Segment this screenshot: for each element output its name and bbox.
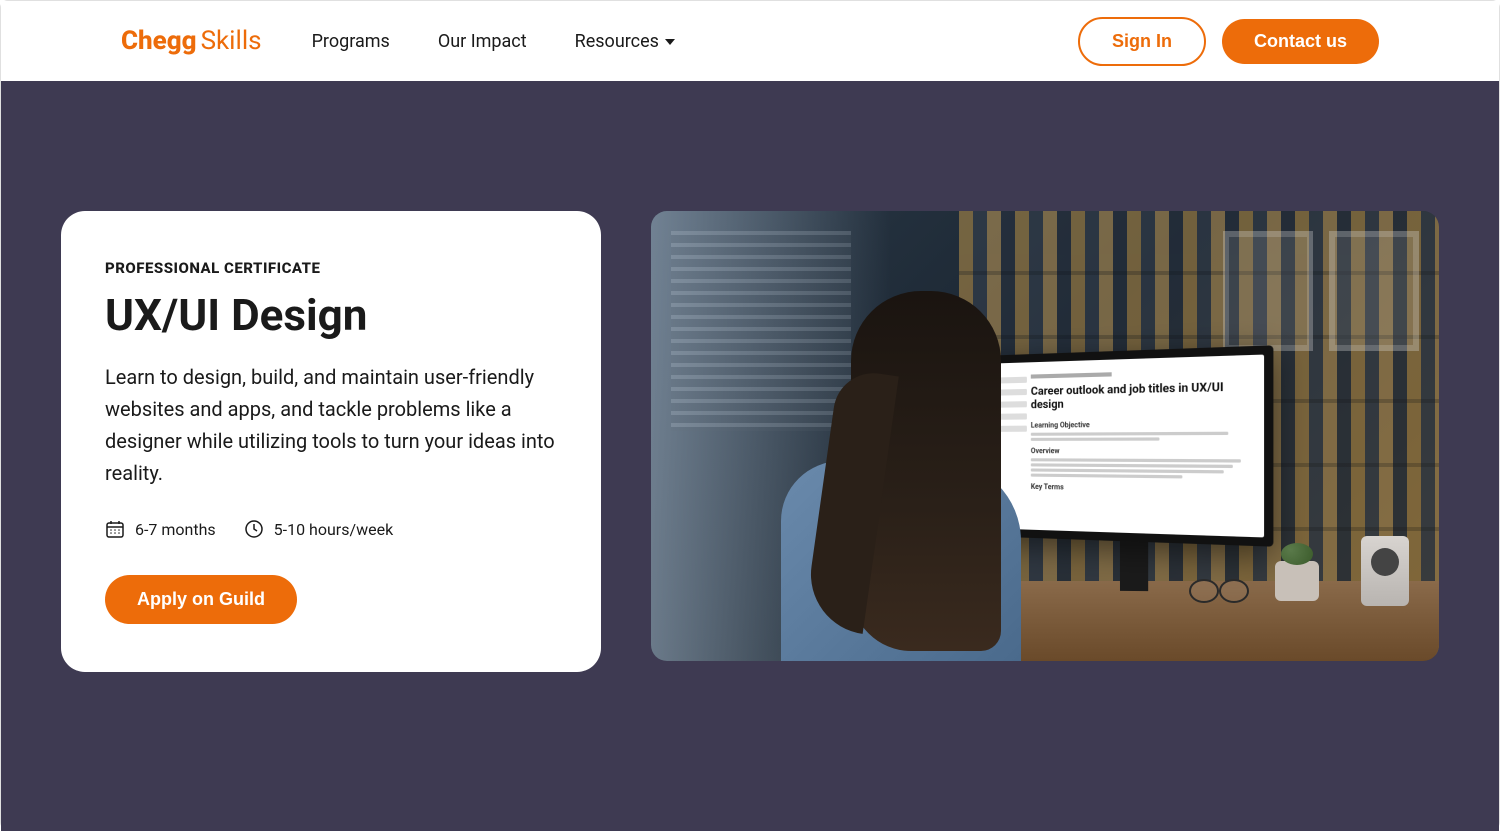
chevron-down-icon xyxy=(665,39,675,45)
primary-nav: Programs Our Impact Resources xyxy=(312,31,675,52)
logo-part2: Skills xyxy=(201,26,262,56)
hero-eyebrow: PROFESSIONAL CERTIFICATE xyxy=(105,259,557,277)
apply-button[interactable]: Apply on Guild xyxy=(105,575,297,624)
speaker xyxy=(1361,536,1409,606)
contact-button[interactable]: Contact us xyxy=(1222,19,1379,64)
hero-section: PROFESSIONAL CERTIFICATE UX/UI Design Le… xyxy=(1,81,1499,831)
calendar-icon xyxy=(105,519,125,539)
plant-pot xyxy=(1275,561,1319,601)
nav-our-impact-label: Our Impact xyxy=(438,31,527,52)
screen-section-1: Learning Objective xyxy=(1031,420,1253,430)
meta-duration-value: 6-7 months xyxy=(135,520,216,539)
meta-effort: 5-10 hours/week xyxy=(244,519,394,539)
hero-title: UX/UI Design xyxy=(105,291,557,339)
nav-resources[interactable]: Resources xyxy=(575,31,675,52)
screen-section-2: Overview xyxy=(1031,447,1253,456)
logo-part1: Chegg xyxy=(121,26,197,56)
nav-programs-label: Programs xyxy=(312,31,390,52)
nav-programs[interactable]: Programs xyxy=(312,31,390,52)
nav-our-impact[interactable]: Our Impact xyxy=(438,31,527,52)
meta-duration: 6-7 months xyxy=(105,519,216,539)
monitor-stand xyxy=(1120,541,1148,591)
hero-image: Career outlook and job titles in UX/UI d… xyxy=(651,211,1439,661)
meta-effort-value: 5-10 hours/week xyxy=(274,520,394,539)
brand-logo[interactable]: Chegg Skills xyxy=(121,26,262,56)
screen-section-3: Key Terms xyxy=(1031,483,1253,495)
picture-frames xyxy=(1223,231,1419,351)
hero-meta-row: 6-7 months 5-10 hours/week xyxy=(105,519,557,539)
hero-description: Learn to design, build, and maintain use… xyxy=(105,361,557,489)
person-figure xyxy=(781,281,1051,661)
hero-info-card: PROFESSIONAL CERTIFICATE UX/UI Design Le… xyxy=(61,211,601,672)
nav-resources-label: Resources xyxy=(575,31,659,52)
signin-button[interactable]: Sign In xyxy=(1078,17,1206,66)
clock-icon xyxy=(244,519,264,539)
site-header: Chegg Skills Programs Our Impact Resourc… xyxy=(1,1,1499,81)
eyeglasses xyxy=(1189,579,1249,601)
screen-content-title: Career outlook and job titles in UX/UI d… xyxy=(1031,379,1253,411)
header-right-group: Sign In Contact us xyxy=(1078,17,1379,66)
header-left-group: Chegg Skills Programs Our Impact Resourc… xyxy=(121,26,675,56)
